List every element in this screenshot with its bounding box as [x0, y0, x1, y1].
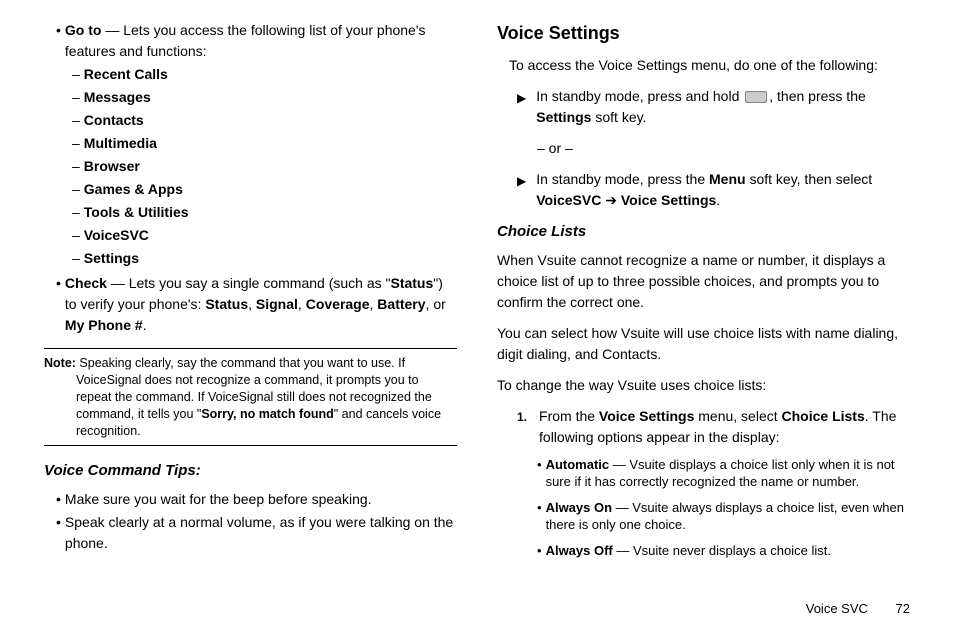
goto-item-label: Tools & Utilities — [84, 202, 189, 223]
option-automatic: • Automatic — Vsuite displays a choice l… — [497, 456, 910, 491]
option-name: Choice Lists — [782, 408, 865, 424]
bullet-icon: • — [56, 273, 61, 336]
option-always-off: • Always Off — Vsuite never displays a c… — [497, 542, 910, 560]
tip-text: Speak clearly at a normal volume, as if … — [65, 512, 457, 554]
bullet-icon: • — [537, 542, 542, 560]
check-item: Coverage — [306, 296, 370, 312]
step-text: , then press the — [769, 88, 866, 104]
goto-item-6: –Tools & Utilities — [44, 202, 457, 223]
bullet-icon: • — [537, 456, 542, 491]
goto-item-8: –Settings — [44, 248, 457, 269]
step-1: ▶ In standby mode, press and hold , then… — [497, 86, 910, 128]
goto-desc: — Lets you access the following list of … — [65, 22, 426, 59]
check-text: — Lets you say a single command (such as… — [107, 275, 391, 291]
tips-heading: Voice Command Tips: — [44, 460, 457, 483]
or-separator: – or – — [497, 138, 910, 159]
choice-p1: When Vsuite cannot recognize a name or n… — [497, 250, 910, 313]
step-text: menu, select — [694, 408, 781, 424]
step-text: From the — [539, 408, 599, 424]
numbered-step-1: 1. From the Voice Settings menu, select … — [497, 406, 910, 448]
note-label: Note: — [44, 356, 76, 370]
check-label: Check — [65, 275, 107, 291]
option-always-on: • Always On — Vsuite always displays a c… — [497, 499, 910, 534]
goto-label: Go to — [65, 22, 102, 38]
bullet-icon: • — [56, 512, 61, 554]
goto-item-label: Settings — [84, 248, 139, 269]
step-text: In standby mode, press the — [536, 171, 709, 187]
voice-settings-heading: Voice Settings — [497, 20, 910, 47]
check-item: Battery — [377, 296, 425, 312]
goto-item-1: –Messages — [44, 87, 457, 108]
bullet-icon: • — [56, 20, 61, 62]
goto-item-7: –VoiceSVC — [44, 225, 457, 246]
key-icon — [745, 91, 767, 103]
choice-lists-heading: Choice Lists — [497, 221, 910, 244]
option-label: Always On — [546, 500, 612, 515]
settings-key: Settings — [536, 109, 591, 125]
goto-item-2: –Contacts — [44, 110, 457, 131]
step-text: soft key. — [591, 109, 646, 125]
option-label: Automatic — [546, 457, 610, 472]
tip-2: • Speak clearly at a normal volume, as i… — [44, 512, 457, 554]
goto-item-4: –Browser — [44, 156, 457, 177]
page-footer: Voice SVC 72 — [806, 599, 910, 619]
bullet-icon: • — [537, 499, 542, 534]
arrow-icon: ▶ — [517, 172, 526, 211]
goto-bullet: • Go to — Lets you access the following … — [44, 20, 457, 62]
option-desc: — Vsuite never displays a choice list. — [613, 543, 831, 558]
step-text: In standby mode, press and hold — [536, 88, 743, 104]
note-bold: Sorry, no match found — [201, 407, 333, 421]
check-item: Status — [205, 296, 248, 312]
goto-item-5: –Games & Apps — [44, 179, 457, 200]
step-number: 1. — [517, 408, 527, 448]
goto-item-label: VoiceSVC — [84, 225, 149, 246]
step-2: ▶ In standby mode, press the Menu soft k… — [497, 169, 910, 211]
check-item: Signal — [256, 296, 298, 312]
right-column: Voice Settings To access the Voice Setti… — [497, 20, 910, 567]
check-bullet: • Check — Lets you say a single command … — [44, 273, 457, 336]
footer-section: Voice SVC — [806, 601, 868, 616]
note-block: Note: Speaking clearly, say the command … — [44, 348, 457, 446]
choice-p2: You can select how Vsuite will use choic… — [497, 323, 910, 365]
goto-item-3: –Multimedia — [44, 133, 457, 154]
goto-item-label: Multimedia — [84, 133, 157, 154]
intro-text: To access the Voice Settings menu, do on… — [497, 55, 910, 76]
menu-name: Voice Settings — [599, 408, 694, 424]
goto-item-label: Games & Apps — [84, 179, 183, 200]
option-label: Always Off — [546, 543, 613, 558]
arrow-icon: ▶ — [517, 89, 526, 128]
step-text: soft key, then select — [746, 171, 873, 187]
voice-settings-key: Voice Settings — [621, 192, 716, 208]
tip-text: Make sure you wait for the beep before s… — [65, 489, 457, 510]
voicesvc-key: VoiceSVC — [536, 192, 601, 208]
bullet-icon: • — [56, 489, 61, 510]
goto-item-label: Browser — [84, 156, 140, 177]
check-item: My Phone # — [65, 317, 143, 333]
choice-p3: To change the way Vsuite uses choice lis… — [497, 375, 910, 396]
menu-key: Menu — [709, 171, 746, 187]
goto-item-label: Messages — [84, 87, 151, 108]
check-status: Status — [390, 275, 433, 291]
left-column: • Go to — Lets you access the following … — [44, 20, 457, 567]
goto-item-label: Recent Calls — [84, 64, 168, 85]
nav-arrow: ➔ — [601, 192, 621, 208]
goto-item-0: –Recent Calls — [44, 64, 457, 85]
tip-1: • Make sure you wait for the beep before… — [44, 489, 457, 510]
goto-item-label: Contacts — [84, 110, 144, 131]
page-number: 72 — [896, 601, 910, 616]
